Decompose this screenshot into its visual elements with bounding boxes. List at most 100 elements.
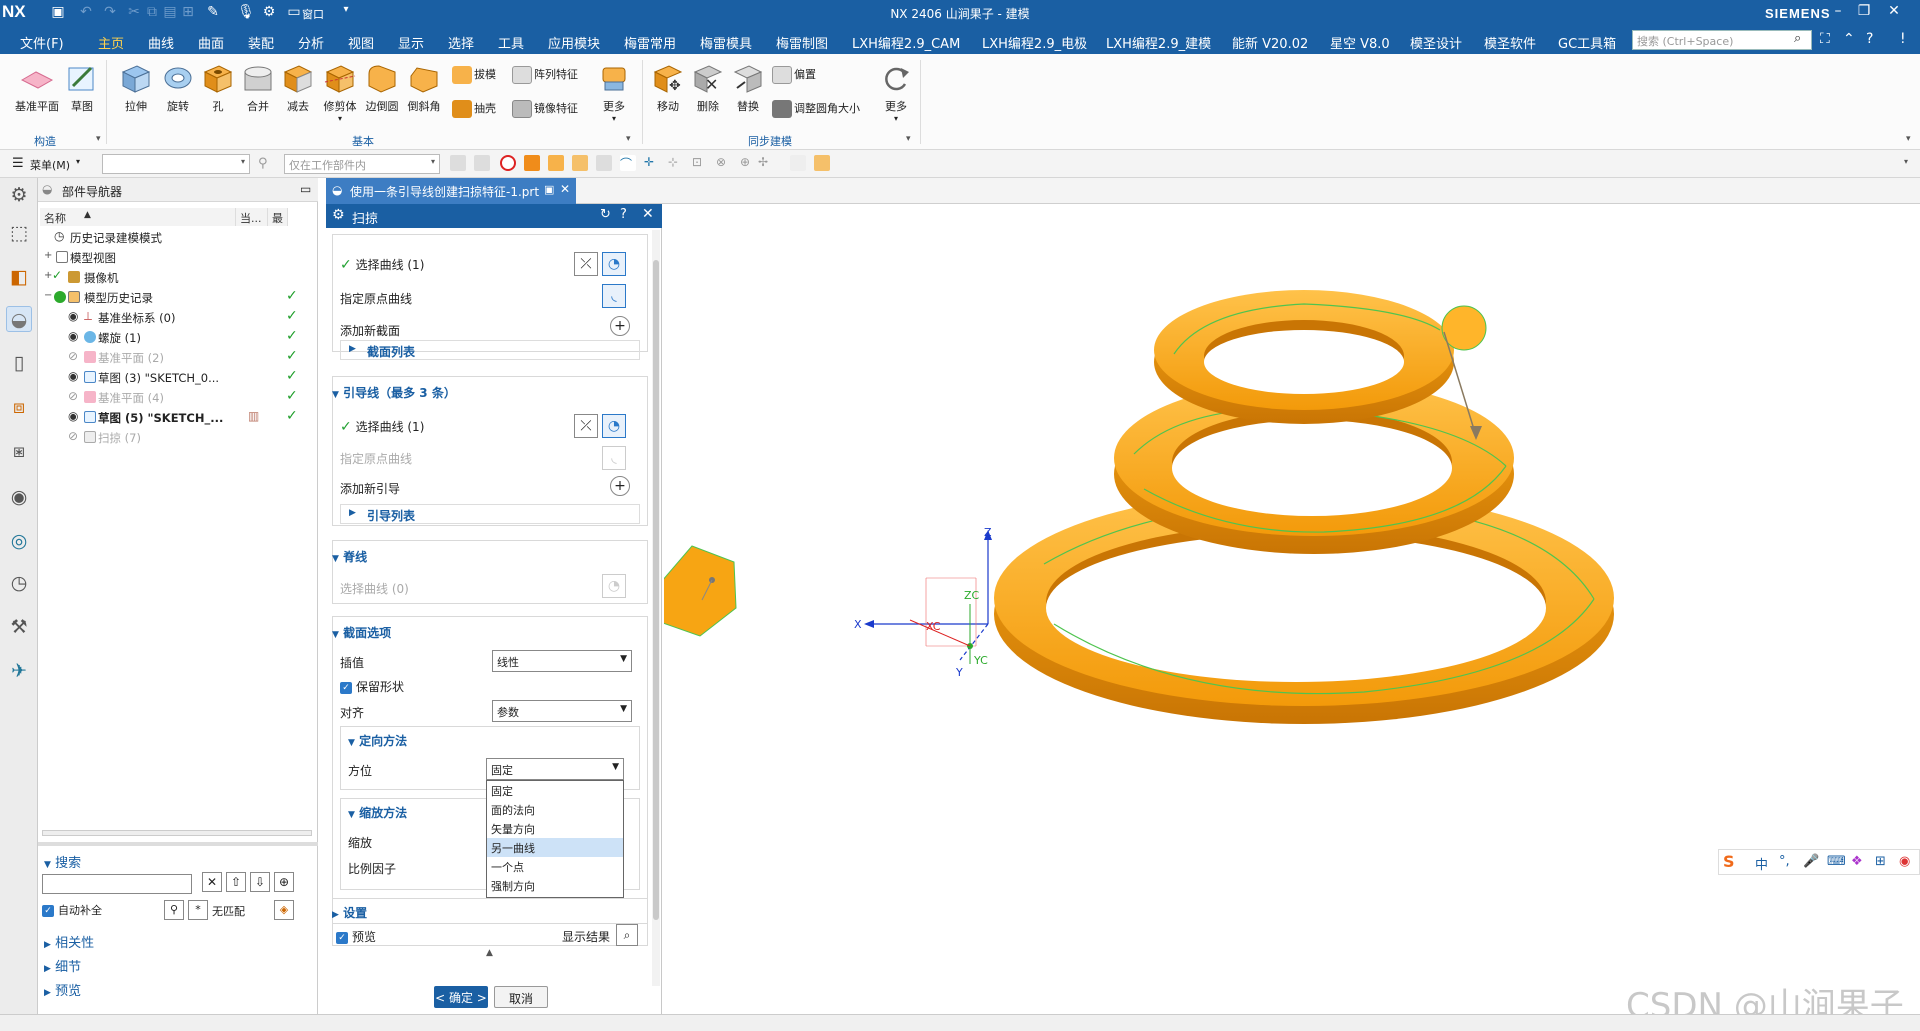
chevron-down-icon[interactable]: ▾ [1904,157,1908,166]
trim-body-button[interactable]: 修剪体 ▾ [320,62,360,123]
menu-display[interactable]: 显示 [398,33,424,52]
sketch-button[interactable]: 草图 [64,62,100,114]
tools-icon[interactable]: ⚙ [259,4,279,24]
mirror-feature-button[interactable]: 镜像特征 [512,100,578,118]
fullscreen-icon[interactable]: ⛶ [1820,31,1830,47]
dialog-scrollbar[interactable] [652,230,660,986]
touch-icon[interactable]: ✎ [203,4,223,24]
scope-filter-select[interactable]: 仅在工作部件内 ▾ [284,154,440,174]
chevron-down-icon[interactable]: ▾ [76,157,80,166]
ime-toolbar[interactable]: S 中 °, 🎤 ⌨ ❖ ⊞ ◉ [1718,849,1920,875]
guide-list-toggle[interactable]: ▶ 引导列表 [340,504,640,524]
spine-header[interactable]: ▼ 脊线 [332,548,367,565]
menu-applications[interactable]: 应用模块 [548,33,600,52]
view-icon[interactable] [790,155,806,171]
keyboard-icon[interactable]: ⌨ [1827,854,1846,869]
orientation-dropdown-list[interactable]: 固定 面的法向 矢量方向 另一曲线 一个点 强制方向 [486,780,624,898]
resize-blend-button[interactable]: 调整圆角大小 [772,100,860,118]
revolve-button[interactable]: 旋转 [158,62,198,114]
eye-hidden-icon[interactable]: ⊘ [68,349,78,363]
column-name[interactable]: 名称 ▲ [40,208,236,226]
preserve-shape-checkbox[interactable]: ✓ 保留形状 [340,678,404,695]
menu-meilei-common[interactable]: 梅雷常用 [624,33,676,52]
add-guide-icon[interactable]: + [610,476,630,496]
curve-select-icon[interactable]: ◔ [602,252,626,276]
graphics-viewport[interactable]: Z ZC X XC Y YC [655,204,1920,1014]
scrollbar-thumb[interactable] [653,260,659,920]
menu-icon[interactable]: ☰ [12,156,24,171]
related-section[interactable]: ▶ 相关性 [44,932,94,951]
maximize-icon[interactable]: ▭ [300,182,311,196]
edge-blend-button[interactable]: 边倒圆 [362,62,402,114]
more-basic-button[interactable]: 更多 ▾ [594,62,634,123]
solid-body-icon[interactable] [524,155,540,171]
part-navigator-icon[interactable]: ◒ [6,306,32,332]
orientation-option[interactable]: 强制方向 [487,876,623,895]
microphone-icon[interactable]: 🎤 [1803,854,1819,869]
orientation-select[interactable]: 固定 ▼ [486,758,624,780]
hole-button[interactable]: 孔 [200,62,236,114]
clear-selection-icon[interactable]: ⤫ [574,414,598,438]
chevron-down-icon[interactable]: ▾ [626,134,631,144]
menu-xingkong[interactable]: 星空 V8.0 [1330,33,1390,52]
menu-lxh-electrode[interactable]: LXH编程2.9_电极 [982,33,1087,52]
pattern-feature-button[interactable]: 阵列特征 [512,66,578,84]
snap-center-icon[interactable]: ⊕ [740,155,756,171]
autocomplete-checkbox[interactable]: ✓ 自动补全 [42,902,102,918]
chevron-down-icon[interactable]: ▾ [336,4,356,24]
close-icon[interactable]: ✕ [1882,3,1906,19]
menu-mosheng-software[interactable]: 模圣软件 [1484,33,1536,52]
align-select[interactable]: 参数 ▼ [492,700,632,722]
skin-icon[interactable]: ❖ [1851,854,1863,869]
chamfer-button[interactable]: 倒斜角 [404,62,444,114]
more-sync-button[interactable]: 更多 ▾ [876,62,916,123]
eye-icon[interactable]: ◉ [68,409,78,423]
command-search-input[interactable]: 搜索 (Ctrl+Space) [1632,30,1812,50]
eye-hidden-icon[interactable]: ⊘ [68,429,78,443]
assembly-navigator-icon[interactable]: ⬚ [6,220,32,246]
snap-icon[interactable]: ⊹ [668,155,684,171]
origin-curve-icon[interactable]: ◟ [602,284,626,308]
document-tab[interactable]: ◒ 使用一条引导线创建扫掠特征-1.prt ▣ ✕ [326,178,576,204]
eye-icon[interactable]: ◉ [68,329,78,343]
clear-selection-icon[interactable]: ⤫ [574,252,598,276]
chevron-up-icon[interactable]: ▲ [486,948,493,958]
subtract-button[interactable]: 减去 [280,62,316,114]
microphone-icon[interactable]: 🎙 [236,4,256,24]
unite-button[interactable]: 合并 [240,62,276,114]
filter-icon[interactable]: ⚲ [258,156,268,171]
menu-file[interactable]: 文件(F) [20,33,64,52]
column-current[interactable]: 当... [236,208,268,226]
search-icon[interactable]: ⌕ [1794,31,1801,46]
tree-row-sweep[interactable]: ⊘ 扫掠 (7) [38,427,318,447]
eye-icon[interactable]: ◉ [68,309,78,323]
guides-header[interactable]: ▼ 引导线（最多 3 条） [332,384,456,401]
section-options-header[interactable]: ▼ 截面选项 [332,624,391,641]
menu-dropdown[interactable]: 菜单(M) [30,157,70,173]
expand-icon[interactable]: + [44,250,52,261]
stop-icon[interactable] [500,155,516,171]
add-section-icon[interactable]: + [610,316,630,336]
tree-row-history-mode[interactable]: ◷ 历史记录建模模式 [38,227,318,247]
orientation-option[interactable]: 面的法向 [487,800,623,819]
save-icon[interactable]: ▣ [48,4,68,24]
collapse-icon[interactable]: − [44,290,52,301]
clear-search-icon[interactable]: ✕ [202,872,222,892]
filter-options-icon[interactable]: ⚲ [164,900,184,920]
chevron-down-icon[interactable]: ▾ [1906,134,1911,144]
spring-model[interactable]: Z ZC X XC Y YC [655,204,1920,1014]
move-face-button[interactable]: ✥ 移动 [648,62,688,114]
chevron-down-icon[interactable]: ▾ [906,134,911,144]
interp-select[interactable]: 线性 ▼ [492,650,632,672]
face-icon[interactable] [572,155,588,171]
tree-row-model-views[interactable]: + 模型视图 [38,247,318,267]
curve-select-icon[interactable]: ◔ [602,414,626,438]
settings-icon[interactable]: ⚙ [6,182,32,208]
history-icon[interactable]: ◉ [6,484,32,510]
select-face-icon[interactable] [474,155,490,171]
tree-row-model-history[interactable]: − 模型历史记录 ✓ [38,287,318,307]
guides-select-row[interactable]: ✓ 选择曲线 (1) [340,418,424,435]
orientation-option[interactable]: 固定 [487,781,623,800]
role-icon[interactable]: ⚒ [6,614,32,640]
apps-icon[interactable]: ⊞ [1875,854,1886,869]
